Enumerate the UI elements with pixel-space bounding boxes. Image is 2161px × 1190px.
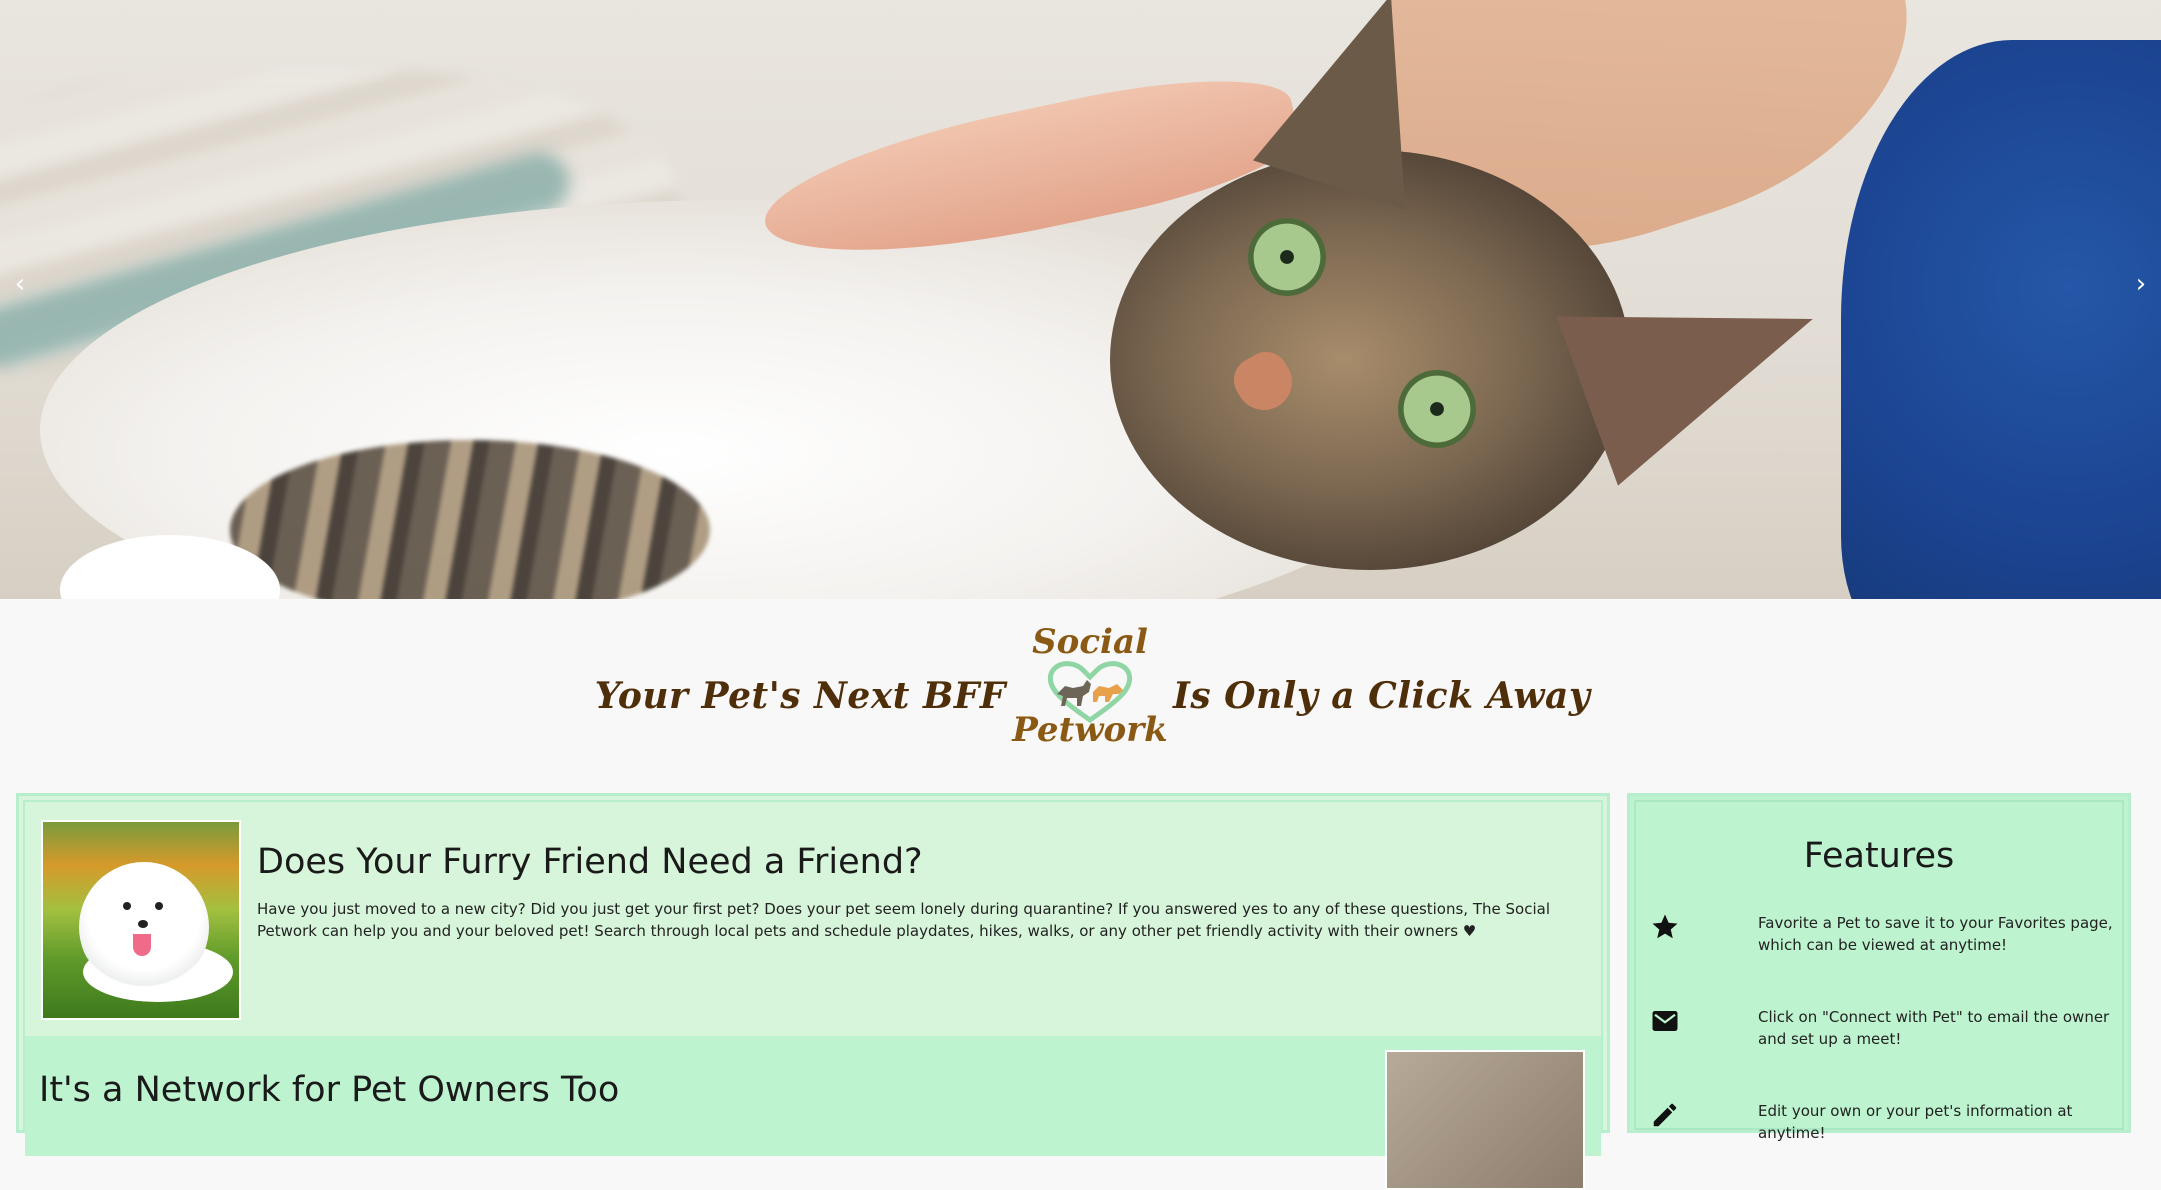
feature-text: Edit your own or your pet's information … [1758,1102,2073,1142]
about-card-inner: Does Your Furry Friend Need a Friend? Ha… [23,800,1603,1190]
site-logo[interactable]: Social Petwork [1010,620,1170,760]
owners-section: It's a Network for Pet Owners Too [25,1036,1601,1190]
star-icon [1652,914,1678,939]
dog-eye [123,902,131,910]
owner-pet-image [1385,1050,1585,1190]
owners-title: It's a Network for Pet Owners Too [39,1070,620,1110]
intro-title: Does Your Furry Friend Need a Friend? [257,842,923,882]
tagline-right: Is Only a Click Away [1173,675,1591,717]
dog-tongue [133,934,151,956]
pencil-icon [1653,1103,1677,1127]
dog-eye [155,902,163,910]
intro-body: Have you just moved to a new city? Did y… [257,900,1550,940]
carousel-next-button[interactable]: › [2121,264,2161,304]
tagline-banner: Your Pet's Next BFF Social Petwork Is On… [0,620,2161,760]
hero-photo-jeans [1841,40,2161,599]
carousel-prev-button[interactable]: ‹ [0,264,40,304]
intro-section: Does Your Furry Friend Need a Friend? Ha… [25,802,1601,1036]
hero-photo-cat-eye [1398,370,1476,448]
features-panel-inner: Features Favorite a Pet to save it to yo… [1634,800,2124,1142]
feature-text: Favorite a Pet to save it to your Favori… [1758,914,2113,954]
feature-text: Click on "Connect with Pet" to email the… [1758,1008,2110,1048]
chevron-right-icon: › [2135,269,2147,299]
hero-carousel: ‹ › [0,0,2161,599]
hero-photo-cat-head [1110,150,1630,570]
samoyed-dog-image [41,820,241,1020]
hero-photo-cat-eye [1248,218,1326,296]
mail-icon [1652,1011,1678,1031]
dog-nose [138,920,148,928]
about-card: Does Your Furry Friend Need a Friend? Ha… [16,793,1610,1190]
logo-word-bottom: Petwork [1012,710,1168,750]
logo-word-top: Social [1032,622,1148,662]
features-title: Features [1803,836,1955,876]
chevron-left-icon: ‹ [14,269,26,299]
features-panel: Features Favorite a Pet to save it to yo… [1627,793,2131,1142]
tagline-left: Your Pet's Next BFF [594,675,1006,717]
